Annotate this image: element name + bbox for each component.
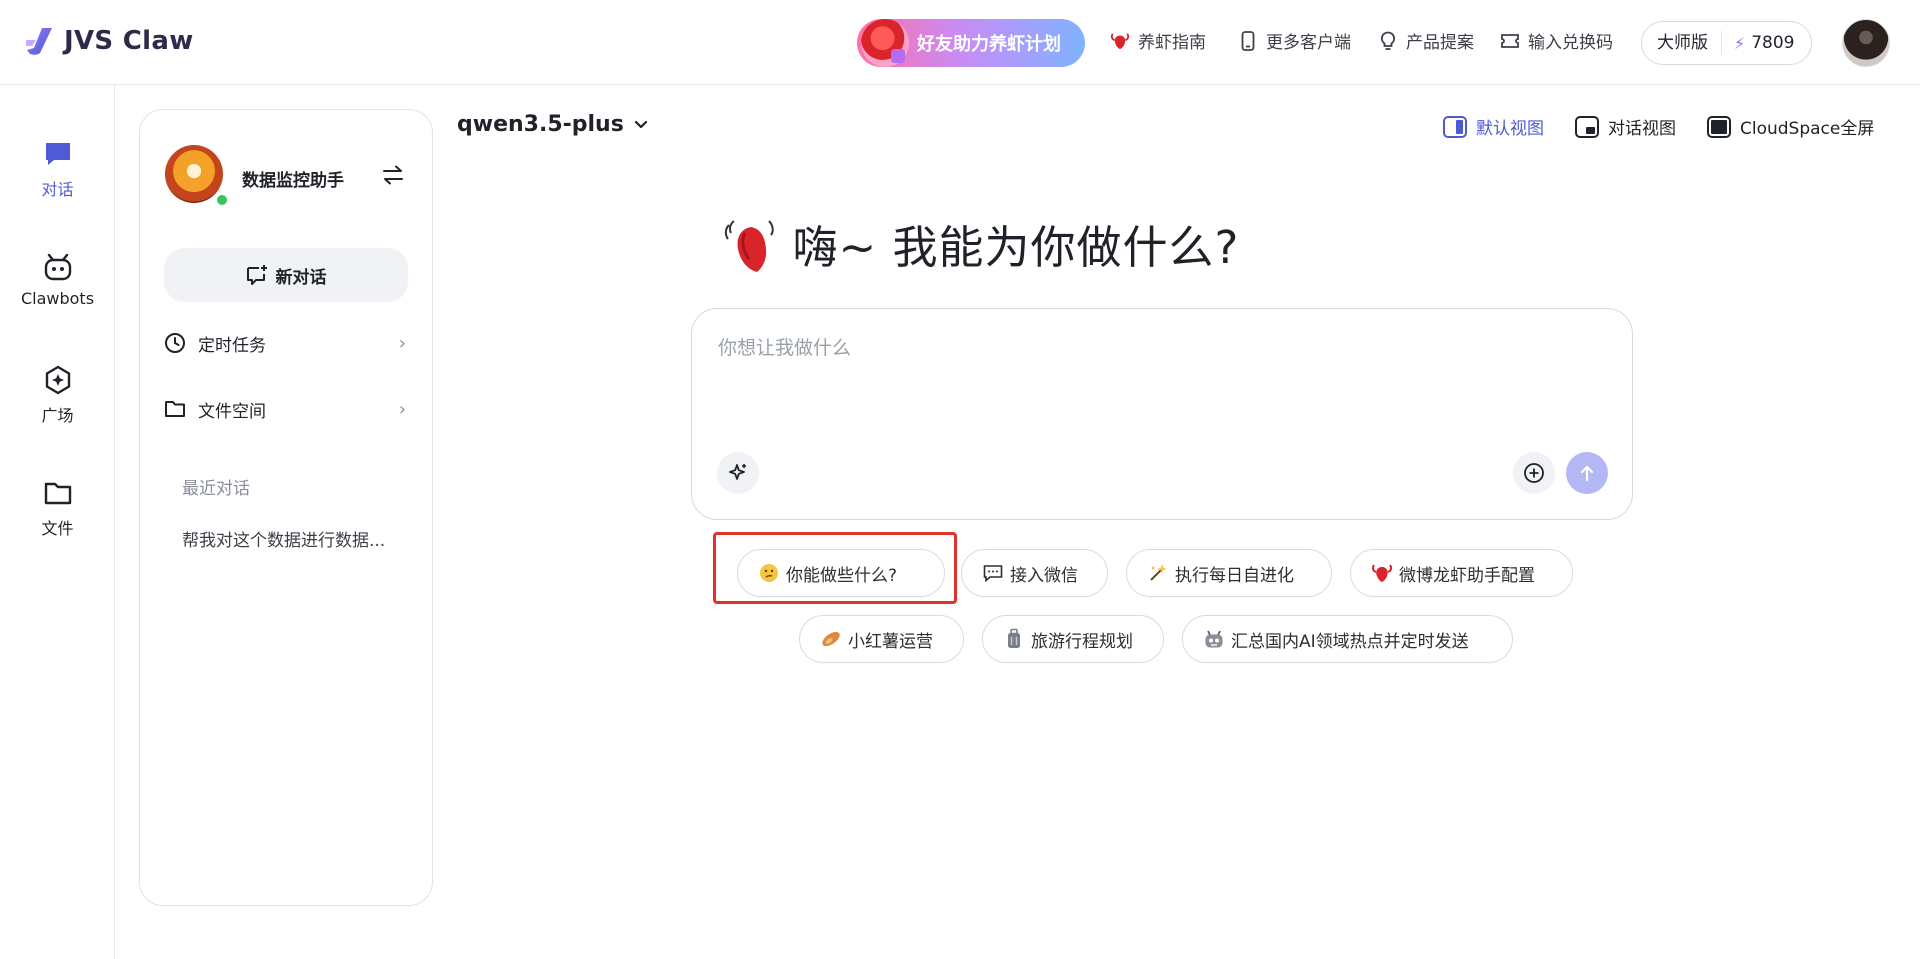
chat-view-icon <box>1575 115 1599 138</box>
greeting: 嗨~ 我能为你做什么? <box>0 211 1920 276</box>
suggestion-chip-wechat[interactable]: 接入微信 <box>961 549 1108 597</box>
rail-item-files-label: 文件 <box>41 519 74 538</box>
promo-banner-button[interactable]: 好友助力养虾计划 <box>857 19 1085 67</box>
bot-name: 数据监控助手 <box>242 171 344 191</box>
nav-clients-link[interactable]: 更多客户端 <box>1238 28 1351 53</box>
chip-label: 微博龙虾助手配置 <box>1399 565 1535 586</box>
message-input[interactable] <box>718 337 1598 359</box>
swap-icon[interactable] <box>381 165 405 185</box>
recent-conversation-item[interactable]: 帮我对这个数据进行数据... <box>182 526 412 551</box>
plan-badge[interactable]: 大师版 ⚡ 7809 <box>1641 21 1812 65</box>
points-display: ⚡ 7809 <box>1722 33 1795 53</box>
view-default-label: 默认视图 <box>1476 119 1544 139</box>
plus-circle-icon <box>1524 463 1544 483</box>
chevron-right-icon: › <box>398 332 406 354</box>
suggestion-chip-ai-news[interactable]: 汇总国内AI领域热点并定时发送 <box>1182 615 1513 663</box>
rail-item-plaza-label: 广场 <box>41 406 74 425</box>
user-avatar[interactable] <box>1842 19 1890 67</box>
luggage-icon <box>1003 628 1025 650</box>
message-icon <box>982 562 1004 584</box>
logo-mark-icon <box>26 28 52 55</box>
rail-item-clawbots-label: Clawbots <box>20 289 95 308</box>
add-attachment-button[interactable] <box>1513 452 1555 494</box>
view-default-button[interactable]: 默认视图 <box>1443 114 1544 139</box>
clock-icon <box>165 333 185 353</box>
lobster-icon <box>1110 31 1130 51</box>
menu-scheduled-tasks-label: 定时任务 <box>198 335 266 356</box>
sparkle-icon <box>1147 562 1169 584</box>
online-status-dot <box>215 193 229 207</box>
arrow-up-icon <box>1580 465 1594 482</box>
message-composer <box>691 308 1633 520</box>
nav-proposal-link[interactable]: 产品提案 <box>1378 28 1474 53</box>
menu-file-space-row[interactable]: 文件空间 › <box>164 394 408 424</box>
chevron-right-icon: › <box>398 398 406 420</box>
top-header: JVS Claw 好友助力养虾计划 养虾指南 更多客户端 产品提案 输入兑换码 … <box>0 0 1920 85</box>
nav-guide-label: 养虾指南 <box>1138 33 1206 53</box>
chip-label: 小红薯运营 <box>848 631 933 652</box>
lightning-icon: ⚡ <box>1734 33 1746 53</box>
nav-guide-link[interactable]: 养虾指南 <box>1110 28 1206 53</box>
sparkle-icon <box>729 464 746 480</box>
lobster-gift-icon <box>861 19 909 67</box>
chevron-down-icon <box>634 116 648 134</box>
app-name: JVS Claw <box>64 26 194 56</box>
rail-item-chat[interactable]: 对话 <box>0 138 115 200</box>
nav-clients-label: 更多客户端 <box>1266 33 1351 53</box>
nav-proposal-label: 产品提案 <box>1406 33 1474 53</box>
bot-avatar[interactable] <box>165 145 223 203</box>
default-view-icon <box>1443 115 1467 138</box>
lobster-icon <box>1371 562 1393 584</box>
fullscreen-view-icon <box>1707 115 1731 138</box>
lobster-icon <box>724 219 774 272</box>
suggestion-chip-xiaohongshu[interactable]: 小红薯运营 <box>799 615 964 663</box>
phone-icon <box>1238 30 1258 51</box>
chip-label: 接入微信 <box>1010 565 1078 586</box>
send-button[interactable] <box>1566 452 1608 494</box>
folder-icon <box>44 482 71 505</box>
plaza-icon <box>45 365 70 395</box>
view-chat-label: 对话视图 <box>1608 119 1676 139</box>
rail-item-files[interactable]: 文件 <box>0 477 115 539</box>
app-logo[interactable]: JVS Claw <box>24 26 194 56</box>
sweet-potato-icon <box>820 628 842 650</box>
chip-label: 旅游行程规划 <box>1031 631 1133 652</box>
suggestion-chip-travel[interactable]: 旅游行程规划 <box>982 615 1164 663</box>
model-name: qwen3.5-plus <box>457 112 624 137</box>
rail-item-chat-label: 对话 <box>41 180 74 199</box>
nav-redeem-link[interactable]: 输入兑换码 <box>1500 28 1613 53</box>
recent-title: 最近对话 <box>182 479 250 499</box>
prompt-enhance-button[interactable] <box>717 452 759 494</box>
lightbulb-icon <box>1378 31 1398 51</box>
model-selector[interactable]: qwen3.5-plus <box>457 112 648 137</box>
chat-icon <box>45 143 70 165</box>
menu-file-space-label: 文件空间 <box>198 401 266 422</box>
view-cloudspace-button[interactable]: CloudSpace全屏 <box>1707 114 1874 139</box>
suggestion-chip-self-evolve[interactable]: 执行每日自进化 <box>1126 549 1332 597</box>
nav-redeem-label: 输入兑换码 <box>1528 33 1613 53</box>
view-chat-button[interactable]: 对话视图 <box>1575 114 1676 139</box>
chip-label: 执行每日自进化 <box>1175 565 1294 586</box>
menu-scheduled-tasks-row[interactable]: 定时任务 › <box>164 328 408 358</box>
points-value: 7809 <box>1751 33 1795 53</box>
folder-icon <box>165 401 185 417</box>
robot-face-icon <box>1203 628 1225 650</box>
suggestion-chip-weibo-lobster[interactable]: 微博龙虾助手配置 <box>1350 549 1573 597</box>
chip-label: 汇总国内AI领域热点并定时发送 <box>1231 631 1469 652</box>
greeting-text: 嗨~ 我能为你做什么? <box>792 221 1240 274</box>
selection-highlight-box <box>713 532 957 604</box>
ticket-icon <box>1500 31 1520 51</box>
view-cloudspace-label: CloudSpace全屏 <box>1740 119 1875 139</box>
plan-name: 大师版 <box>1642 31 1722 55</box>
rail-item-plaza[interactable]: 广场 <box>0 364 115 426</box>
promo-label: 好友助力养虾计划 <box>917 34 1061 55</box>
